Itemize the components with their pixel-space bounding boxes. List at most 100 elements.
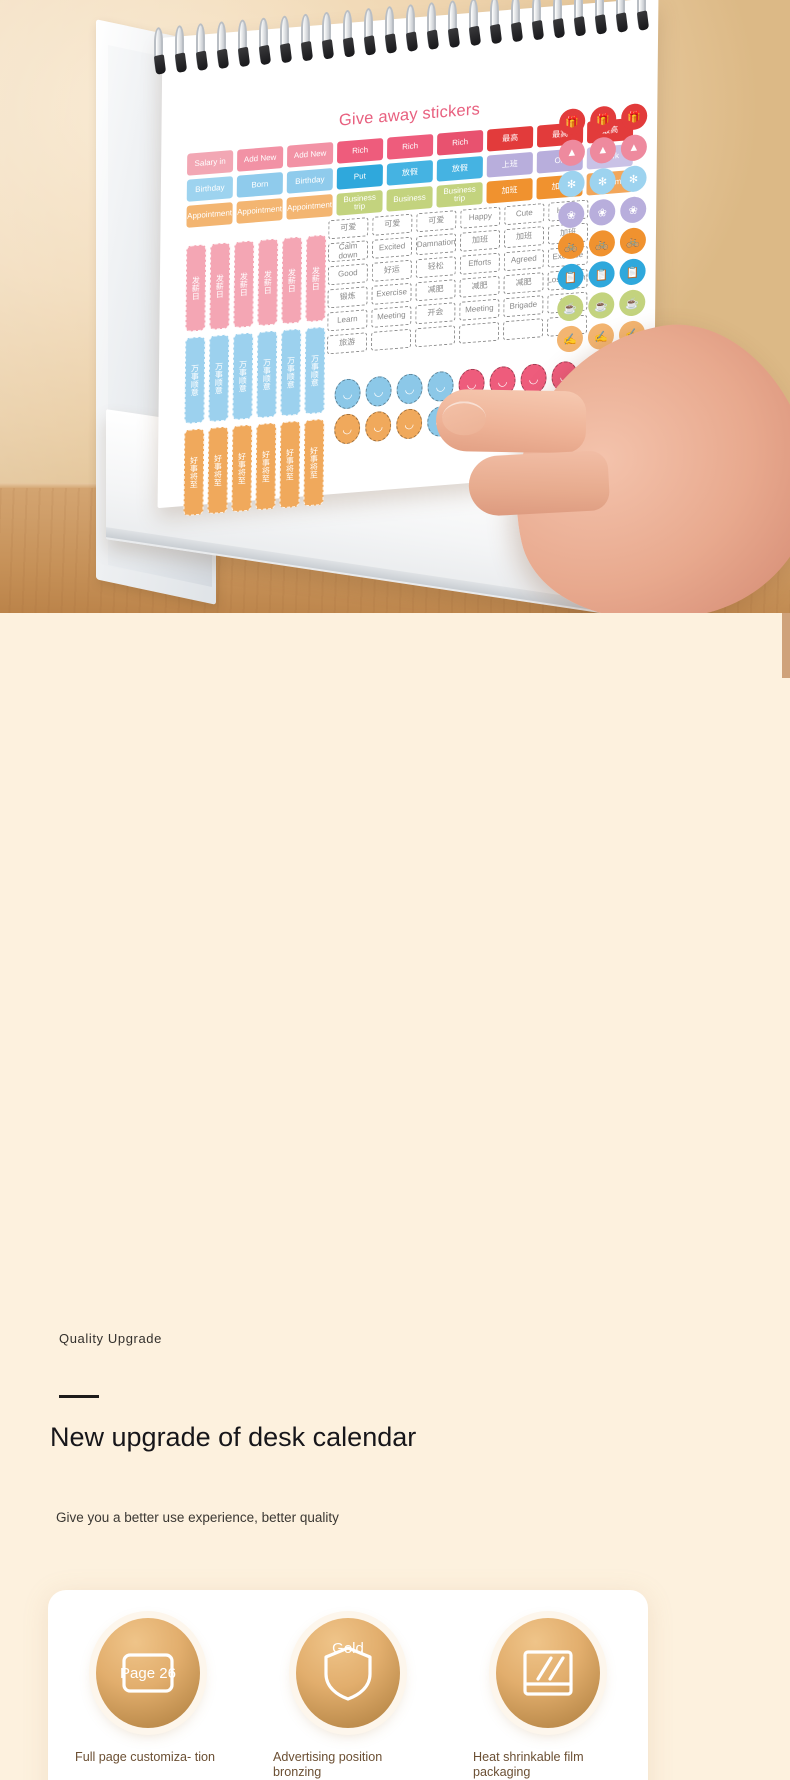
round-sticker: ✻ <box>558 169 585 198</box>
hero-product-photo: Give away stickers Salary in Add New Add N… <box>0 0 790 613</box>
sticker: Calm down <box>327 240 369 263</box>
sticker: Happy <box>460 206 501 229</box>
sticker: Cute <box>504 203 545 226</box>
vertical-sticker: 万事顺意 <box>208 334 230 423</box>
spiral-ring <box>531 0 545 41</box>
sticker: Put <box>336 164 383 190</box>
page-title: New upgrade of desk calendar <box>50 1422 417 1452</box>
round-sticker: 🚲 <box>588 229 616 258</box>
vertical-sticker: 万事顺意 <box>232 332 254 421</box>
round-sticker: ✻ <box>620 164 647 193</box>
spiral-ring <box>300 13 314 62</box>
round-icon-group: 🎁🎁🎁▲▲▲✻✻✻❀❀❀🚲🚲🚲📋📋📋☕☕☕✍✍✍ <box>556 102 652 354</box>
round-sticker: 🚲 <box>619 226 647 255</box>
sticker: Appointment <box>236 198 283 224</box>
sticker: Agreed <box>503 249 544 272</box>
sticker: Good <box>327 263 368 286</box>
round-sticker: 🚲 <box>557 231 585 260</box>
spiral-ring <box>384 5 398 54</box>
vertical-sticker: 好事将至 <box>255 422 277 511</box>
sticker: Birthday <box>286 168 333 194</box>
round-sticker: 📋 <box>557 262 584 291</box>
vertical-sticker: 发薪日 <box>305 234 327 323</box>
emoji-sticker: ◡ <box>365 375 392 408</box>
sticker: Salary in <box>187 150 234 176</box>
sticker: Rich <box>436 129 484 156</box>
spiral-ring <box>426 1 440 51</box>
feature-item[interactable]: Page 26 Full page customiza- tion <box>48 1618 248 1780</box>
sticker: Excited <box>371 236 413 259</box>
spiral-ring <box>363 7 377 56</box>
sticker: Rich <box>336 137 384 164</box>
spiral-ring <box>174 24 188 74</box>
sticker: 减肥 <box>459 275 500 298</box>
round-sticker: 🎁 <box>559 107 586 136</box>
vertical-sticker: 发薪日 <box>281 236 303 325</box>
spiral-ring <box>552 0 566 39</box>
spiral-ring <box>279 15 293 64</box>
feature-label: Advertising position bronzing <box>273 1750 383 1780</box>
sticker: Appointment <box>186 202 233 228</box>
section-subtitle: Give you a better use experience, better… <box>56 1510 339 1525</box>
gold-shield-icon: Gold <box>296 1618 400 1728</box>
vertical-sticker: 万事顺意 <box>184 336 206 425</box>
sticker: Meeting <box>371 305 412 328</box>
vertical-sticker: 好事将至 <box>183 428 205 517</box>
fingernail <box>441 400 487 436</box>
vertical-tag-group: 发薪日 发薪日 发薪日 发薪日 发薪日 发薪日 万事顺意 万事顺意 万事顺意 万事顺意 万事顺意 万事… <box>183 234 327 523</box>
sticker: Business trip <box>436 181 483 208</box>
round-sticker: ☕ <box>619 288 646 318</box>
film-packaging-icon <box>496 1618 600 1728</box>
round-sticker: ▲ <box>558 138 586 167</box>
sticker: Add New <box>287 142 334 168</box>
spiral-ring <box>405 3 419 53</box>
sticker: 旅游 <box>327 332 368 355</box>
emoji-sticker: ◡ <box>396 372 423 405</box>
sticker: 放假 <box>386 159 433 186</box>
sticker <box>459 321 500 344</box>
sticker: Appointment <box>286 194 333 220</box>
spiral-ring <box>342 9 356 58</box>
vertical-sticker: 万事顺意 <box>280 328 302 417</box>
feature-item[interactable]: Gold Advertising position bronzing <box>248 1618 448 1780</box>
feature-item[interactable]: Heat shrinkable film packaging <box>448 1618 648 1780</box>
emoji-sticker: ◡ <box>334 412 361 445</box>
sticker: 减肥 <box>415 279 456 302</box>
page-26-icon: Page 26 <box>96 1618 200 1728</box>
page-26-icon-text: Page 26 <box>120 1664 176 1682</box>
sticker <box>502 318 544 341</box>
sticker: Efforts <box>459 252 500 275</box>
round-sticker: ▲ <box>620 133 648 162</box>
sticker: Business <box>386 186 433 212</box>
feature-label: Heat shrinkable film packaging <box>473 1750 584 1780</box>
vertical-sticker: 好事将至 <box>279 420 301 509</box>
spiral-ring <box>510 0 524 43</box>
hero-right-edge-strip <box>782 613 790 678</box>
round-sticker: ☕ <box>588 291 615 320</box>
round-sticker: ▲ <box>589 136 617 165</box>
middle-finger <box>467 449 611 518</box>
gold-shield-icon-text: Gold <box>332 1640 364 1657</box>
sticker: Birthday <box>186 176 233 202</box>
vertical-sticker: 万事顺意 <box>256 330 278 419</box>
index-finger <box>435 388 587 454</box>
spiral-ring <box>321 11 335 60</box>
round-sticker: 🎁 <box>590 105 617 134</box>
spiral-ring <box>573 0 587 37</box>
sticker: 可爱 <box>372 213 413 236</box>
section-eyebrow: Quality Upgrade <box>59 1331 162 1346</box>
vertical-sticker: 好事将至 <box>231 424 253 513</box>
vertical-sticker: 好事将至 <box>303 418 325 507</box>
sticker <box>371 328 412 351</box>
vertical-sticker: 发薪日 <box>209 242 231 330</box>
sticker: 可爱 <box>416 210 457 233</box>
sticker-grid: Salary in Add New Add New Rich Rich Rich 最高 最高最… <box>183 102 648 517</box>
sticker: Add New <box>237 146 284 172</box>
vertical-sticker: 发薪日 <box>257 238 279 327</box>
spiral-ring <box>153 26 167 76</box>
vertical-sticker: 发薪日 <box>233 240 255 329</box>
product-detail-page: Give away stickers Salary in Add New Add N… <box>0 0 790 1780</box>
sticker: 可爱 <box>328 217 369 240</box>
sticker: Rich <box>386 133 434 160</box>
round-sticker: ❀ <box>589 198 616 227</box>
